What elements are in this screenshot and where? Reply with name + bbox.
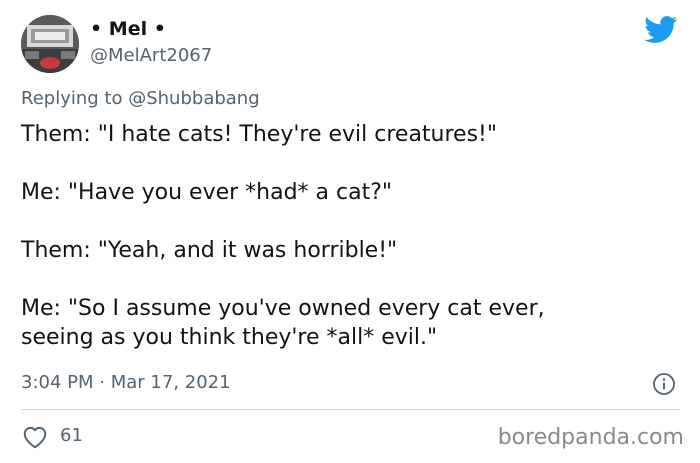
- tweet-paragraph: Them: "I hate cats! They're evil creatur…: [21, 122, 497, 147]
- author-display-name: Mel: [108, 18, 148, 40]
- tweet-paragraph: Me: "So I assume you've owned every cat …: [21, 296, 545, 350]
- tweet-paragraph: Me: "Have you ever *had* a cat?": [21, 180, 393, 205]
- tweet-paragraph: Them: "Yeah, and it was horrible!": [21, 238, 398, 263]
- tweet-card: • Mel • @MelArt2067 Replying to @Shubbab…: [0, 0, 700, 463]
- author-name[interactable]: • Mel •: [90, 18, 166, 40]
- reply-context: Replying to @Shubbabang: [21, 88, 260, 109]
- avatar-image: [21, 15, 79, 73]
- watermark: boredpanda.com: [497, 425, 684, 450]
- author-handle[interactable]: @MelArt2067: [90, 45, 212, 66]
- tweet-time: 3:04 PM: [21, 372, 94, 393]
- reply-label: Replying to: [21, 88, 123, 109]
- tweet-timestamp[interactable]: 3:04 PM · Mar 17, 2021: [21, 372, 231, 393]
- heart-icon[interactable]: [22, 425, 48, 449]
- avatar[interactable]: [21, 15, 79, 73]
- timestamp-separator: ·: [99, 372, 105, 393]
- like-count: 61: [60, 425, 83, 446]
- reply-mention-link[interactable]: @Shubbabang: [128, 88, 259, 109]
- name-bullet-right: •: [153, 18, 166, 40]
- tweet-text: Them: "I hate cats! They're evil creatur…: [21, 120, 681, 352]
- tweet-date: Mar 17, 2021: [110, 372, 231, 393]
- info-icon[interactable]: [652, 372, 676, 396]
- twitter-bird-icon[interactable]: [644, 16, 678, 44]
- name-bullet-left: •: [90, 18, 103, 40]
- divider: [21, 409, 680, 410]
